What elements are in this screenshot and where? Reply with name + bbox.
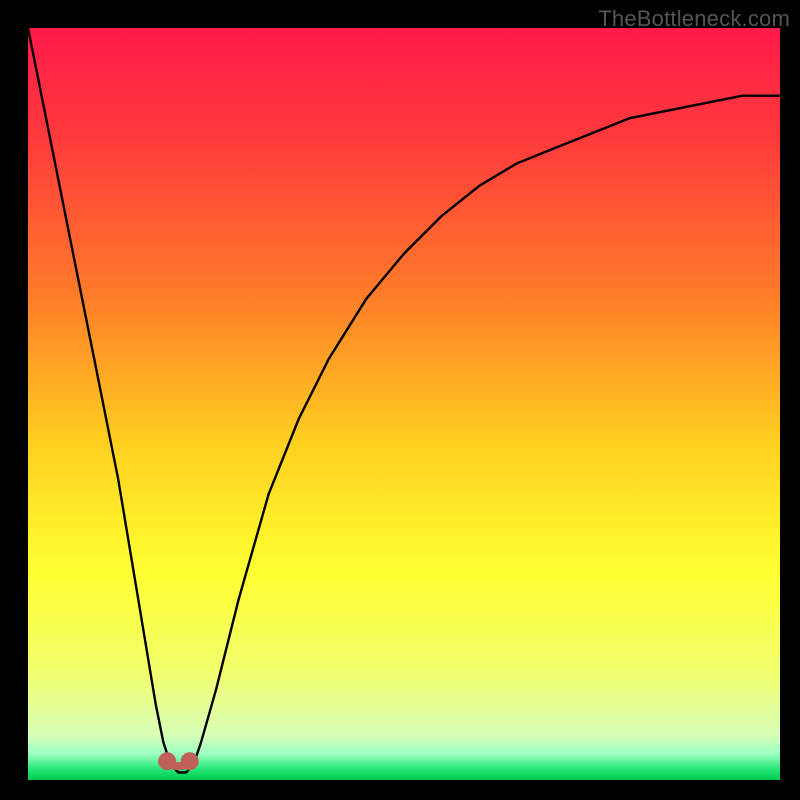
- valley-left-marker: [158, 752, 176, 770]
- valley-right-marker: [181, 752, 199, 770]
- gradient-background: [28, 28, 780, 780]
- chart-frame: TheBottleneck.com: [0, 0, 800, 800]
- bottleneck-chart: [28, 28, 780, 780]
